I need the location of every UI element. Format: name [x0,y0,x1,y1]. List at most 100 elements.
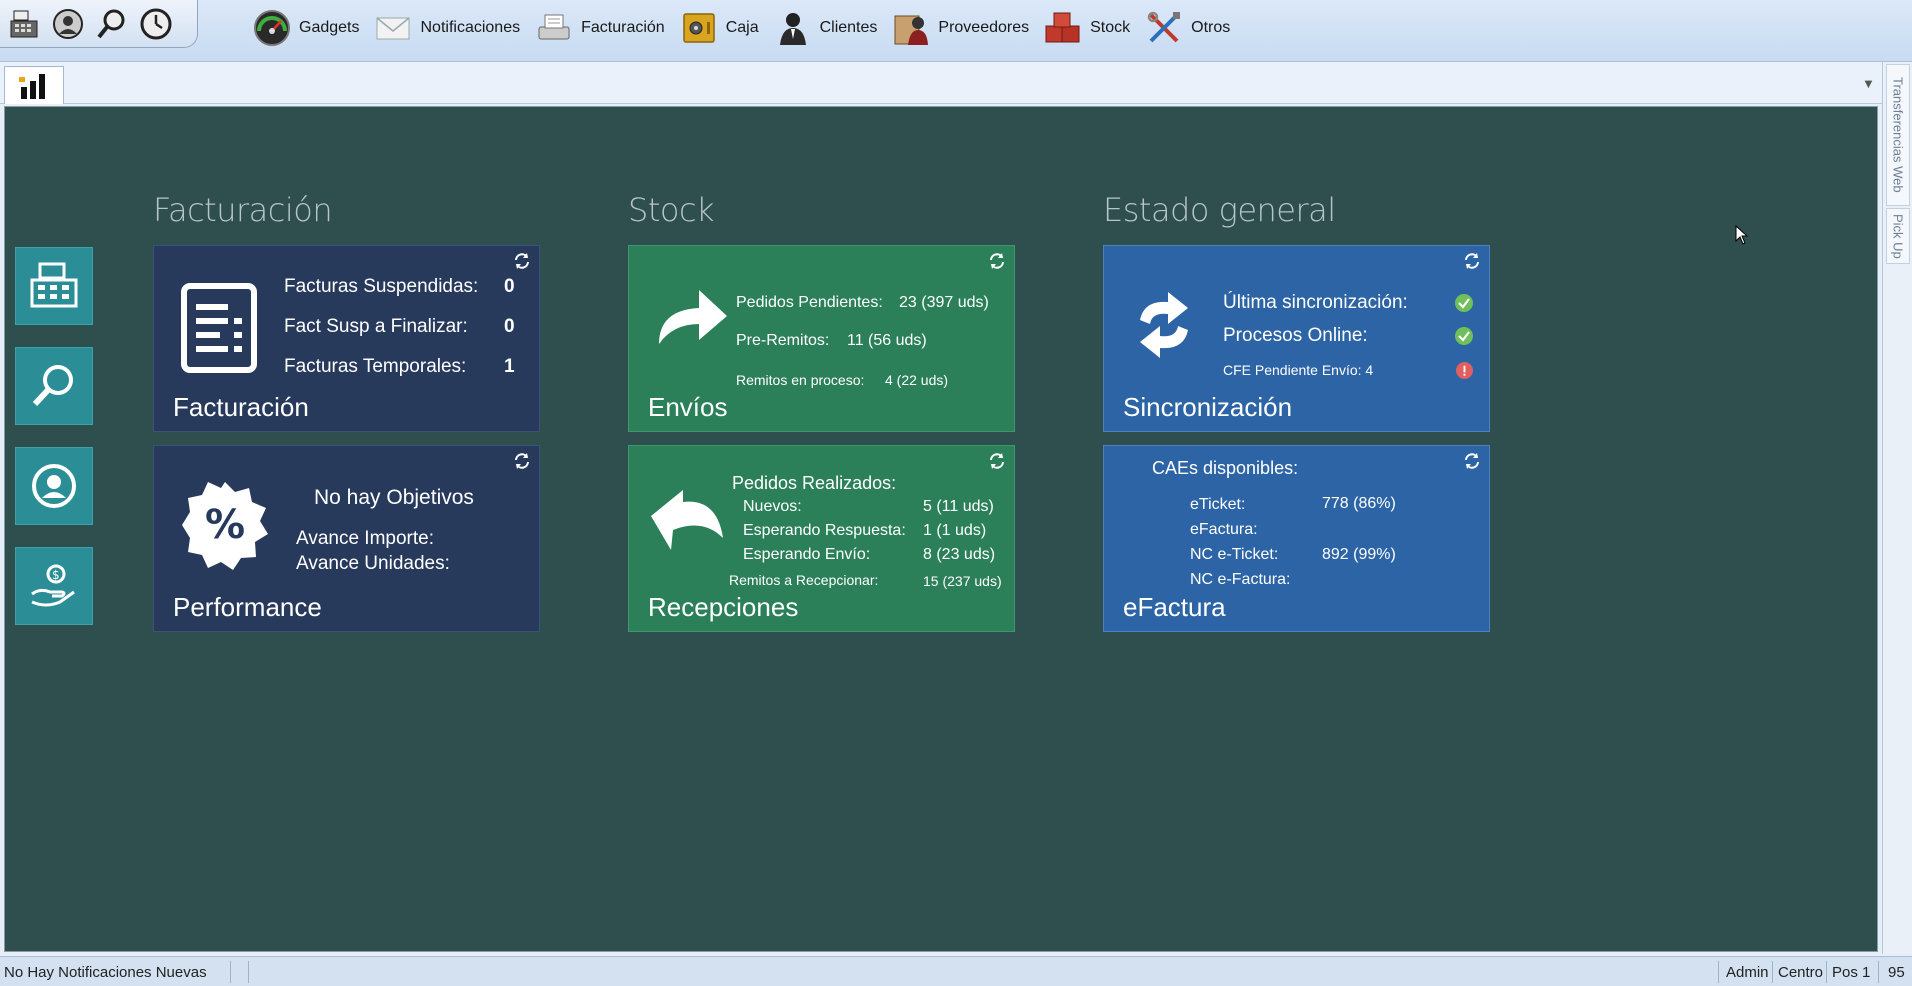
refresh-icon[interactable] [513,452,531,470]
dashboard-canvas: $ Facturación Stock Estado general Factu… [4,106,1878,952]
status-separator [1772,961,1773,983]
facturas-suspendidas-label: Facturas Suspendidas: [284,276,479,297]
menu-stock[interactable]: Stock [1043,4,1130,52]
notification-status: No Hay Notificaciones Nuevas [4,964,207,981]
gauge-icon [252,8,292,48]
tile-sincronizacion[interactable]: Última sincronización: Procesos Online: … [1103,245,1490,432]
pre-remitos-value: 11 (56 uds) [847,332,927,349]
fact-susp-finalizar-value: 0 [504,316,515,337]
refresh-icon[interactable] [1463,252,1481,270]
tab-dashboard[interactable] [4,66,64,104]
nc-efactura-label: NC e-Factura: [1190,571,1291,588]
refresh-icon[interactable] [513,252,531,270]
quick-facturacion-button[interactable] [15,247,93,325]
menu-clientes[interactable]: Clientes [773,4,877,52]
sync-icon [1140,292,1188,358]
menu-caja[interactable]: Caja [679,4,759,52]
side-tab-label: Pick Up [1890,213,1906,259]
esperando-respuesta-label: Esperando Respuesta: [743,522,906,539]
tile-efactura[interactable]: CAEs disponibles: eTicket: 778 (86%) eFa… [1103,445,1490,632]
tab-pick-up[interactable]: Pick Up [1886,208,1910,264]
user-support-icon [32,464,76,508]
ultima-sincronizacion-label: Última sincronización: [1223,292,1408,313]
document-tab-strip: ▼ [0,62,1882,104]
forward-arrow-icon [659,290,727,344]
cash-register-icon[interactable] [4,4,44,44]
tab-transferencias-web[interactable]: Transferencias Web [1886,64,1910,206]
esperando-envio-value: 8 (23 uds) [923,546,996,563]
quick-access-toolbar [0,0,198,48]
quick-caja-button[interactable]: $ [15,547,93,625]
printer-icon [534,8,574,48]
top-menu-bar: Gadgets Notificaciones Facturación Caja … [0,0,1912,62]
refresh-icon[interactable] [1463,452,1481,470]
efactura-label: eFactura: [1190,521,1258,538]
search-icon [32,365,73,407]
hand-money-icon: $ [31,564,75,607]
procesos-online-label: Procesos Online: [1223,325,1368,346]
cash-register-icon [30,262,78,308]
tile-recepciones[interactable]: Pedidos Realizados: Nuevos: 5 (11 uds) E… [628,445,1015,632]
menu-gadgets[interactable]: Gadgets [252,4,359,52]
menu-label: Gadgets [299,19,360,36]
tile-performance[interactable]: % No hay Objetivos Avance Importe: Avanc… [153,445,540,632]
menu-label: Otros [1191,19,1231,36]
section-title-stock: Stock [628,191,715,229]
boxes-icon [1043,8,1083,48]
envelope-icon [373,8,413,48]
eticket-value: 778 (86%) [1322,495,1396,512]
tile-title: Sincronización [1123,392,1293,422]
mouse-cursor-icon [1735,225,1749,245]
facturas-temporales-label: Facturas Temporales: [284,356,467,377]
nc-eticket-label: NC e-Ticket: [1190,546,1279,563]
pre-remitos-label: Pre-Remitos: [736,332,830,349]
avance-importe-label: Avance Importe: [296,528,435,549]
menu-label: Notificaciones [420,19,521,36]
search-icon[interactable] [92,4,132,44]
menu-label: Facturación [581,19,665,36]
remitos-en-proceso-value: 4 (22 uds) [885,372,949,388]
section-title-estado-general: Estado general [1103,191,1336,229]
bar-chart-icon [19,73,45,99]
check-circle-icon [1455,294,1473,312]
clock-icon[interactable] [136,4,176,44]
svg-text:$: $ [52,568,60,582]
refresh-icon[interactable] [988,452,1006,470]
menu-otros[interactable]: Otros [1144,4,1230,52]
error-circle-icon [1456,362,1473,379]
person-icon [773,8,813,48]
check-circle-icon [1455,327,1473,345]
status-user: Admin [1726,964,1769,981]
safe-icon [679,8,719,48]
percent-badge-icon: % [182,482,268,570]
menu-facturacion[interactable]: Facturación [534,4,665,52]
side-tab-label: Transferencias Web [1890,77,1906,193]
quick-search-button[interactable] [15,347,93,425]
nuevos-value: 5 (11 uds) [923,498,994,515]
menu-proveedores[interactable]: Proveedores [891,4,1029,52]
caes-disponibles-header: CAEs disponibles: [1152,458,1299,478]
tile-facturacion[interactable]: Facturas Suspendidas: 0 Fact Susp a Fina… [153,245,540,432]
pedidos-pendientes-value: 23 (397 uds) [899,294,989,311]
refresh-icon[interactable] [988,252,1006,270]
right-side-panel: Transferencias Web Pick Up [1882,62,1912,954]
section-title-facturacion: Facturación [153,191,333,229]
menu-notificaciones[interactable]: Notificaciones [373,4,520,52]
user-support-icon[interactable] [48,4,88,44]
tile-envios[interactable]: Pedidos Pendientes: 23 (397 uds) Pre-Rem… [628,245,1015,432]
tools-icon [1144,8,1184,48]
tile-title: Performance [173,592,322,622]
tile-title: Recepciones [648,592,799,622]
svg-text:%: % [205,502,245,548]
eticket-label: eTicket: [1190,496,1246,513]
avance-unidades-label: Avance Unidades: [296,553,450,574]
cfe-pendiente-envio-label: CFE Pendiente Envío: 4 [1223,362,1374,378]
remitos-a-recepcionar-value: 15 (237 uds) [923,573,1002,589]
tile-title: Envíos [648,392,728,422]
status-pos: Pos 1 [1832,964,1871,981]
tile-title: Facturación [173,392,309,422]
quick-clientes-button[interactable] [15,447,93,525]
tab-list-dropdown-icon[interactable]: ▼ [1862,76,1875,91]
status-bar: No Hay Notificaciones Nuevas Admin Centr… [0,956,1912,986]
fact-susp-finalizar-label: Fact Susp a Finalizar: [284,316,468,337]
